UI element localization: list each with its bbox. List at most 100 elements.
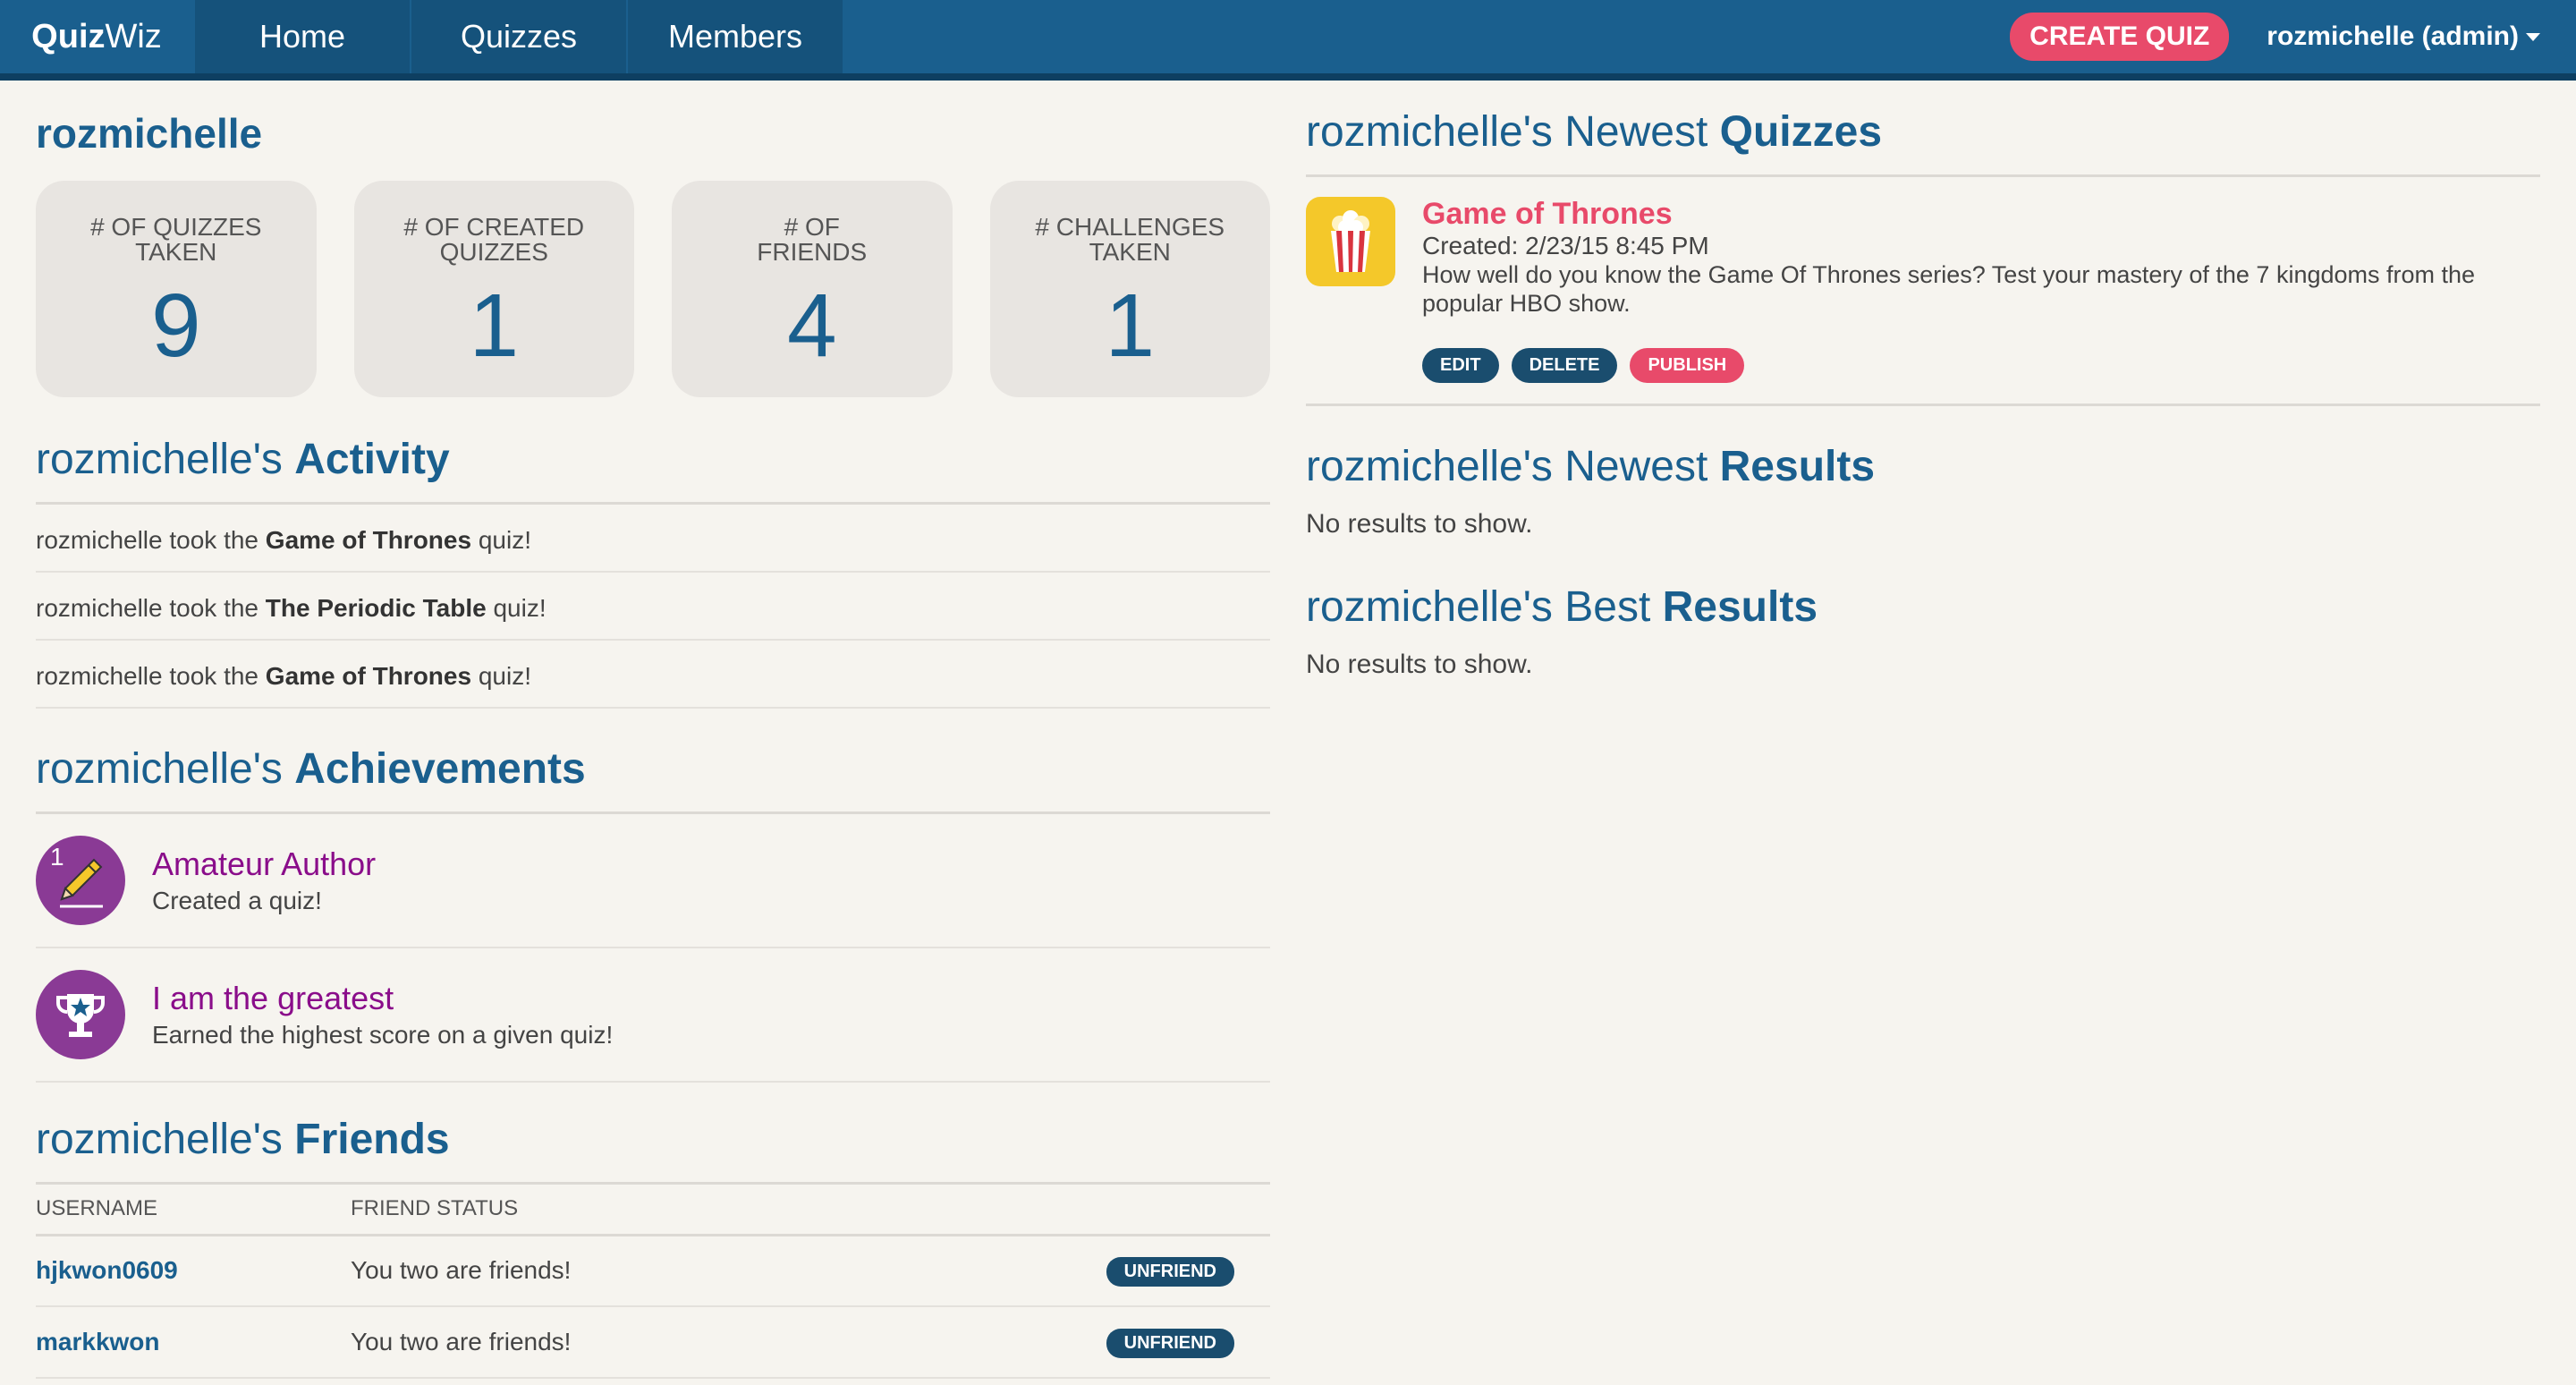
- friends-heading: rozmichelle's Friends: [36, 1115, 1270, 1185]
- stat-label-line2: TAKEN: [135, 238, 217, 266]
- activity-section: rozmichelle's Activity rozmichelle took …: [36, 435, 1270, 709]
- column-header-status: FRIEND STATUS: [351, 1185, 1091, 1236]
- stat-label-line1: # OF CREATED: [403, 213, 585, 241]
- activity-text: quiz!: [486, 594, 547, 622]
- stat-card-quizzes-taken: # OF QUIZZES TAKEN 9: [36, 181, 317, 397]
- quiz-description: How well do you know the Game Of Thrones…: [1422, 261, 2476, 317]
- heading-prefix: rozmichelle's Best: [1306, 583, 1663, 631]
- stat-value: 1: [1105, 276, 1156, 376]
- best-results-section: rozmichelle's Best Results No results to…: [1306, 582, 2540, 680]
- activity-text: quiz!: [471, 662, 531, 690]
- stats-row: # OF QUIZZES TAKEN 9 # OF CREATED QUIZZES …: [36, 181, 1270, 397]
- heading-bold: Achievements: [294, 745, 586, 793]
- stat-label: # OF CREATED QUIZZES: [403, 215, 584, 265]
- heading-prefix: rozmichelle's: [36, 436, 295, 483]
- stat-label-line2: TAKEN: [1089, 238, 1171, 266]
- table-row: markkwon You two are friends! UNFRIEND: [36, 1306, 1270, 1379]
- nav-quizzes-label: Quizzes: [460, 18, 578, 55]
- heading-bold: Activity: [294, 436, 450, 483]
- nav-quizzes[interactable]: Quizzes: [410, 0, 626, 73]
- heading-bold: Results: [1719, 443, 1876, 490]
- newest-quizzes-heading: rozmichelle's Newest Quizzes: [1306, 107, 2540, 177]
- create-quiz-button[interactable]: CREATE QUIZ: [2010, 13, 2230, 61]
- brand-logo[interactable]: Quiz Wiz: [0, 0, 193, 73]
- column-header-actions: [1091, 1185, 1270, 1236]
- achievement-title: Amateur Author: [152, 845, 377, 882]
- achievement-desc: Created a quiz!: [152, 887, 322, 914]
- achievement-title: I am the greatest: [152, 980, 394, 1016]
- stat-label-line1: # CHALLENGES: [1035, 213, 1225, 241]
- publish-button[interactable]: PUBLISH: [1630, 348, 1745, 383]
- stat-label-line1: # OF QUIZZES: [90, 213, 262, 241]
- activity-heading: rozmichelle's Activity: [36, 435, 1270, 505]
- friends-table: USERNAME FRIEND STATUS hjkwon0609 You tw…: [36, 1185, 1270, 1379]
- stat-label: # OF FRIENDS: [757, 215, 867, 265]
- quiz-card: Game of Thrones Created: 2/23/15 8:45 PM…: [1306, 177, 2540, 406]
- page-title: rozmichelle: [36, 110, 263, 157]
- quiz-created-date: Created: 2/23/15 8:45 PM: [1422, 232, 1709, 259]
- activity-quiz-name[interactable]: Game of Thrones: [266, 662, 471, 690]
- stat-label: # CHALLENGES TAKEN: [1035, 215, 1224, 265]
- nav-members[interactable]: Members: [626, 0, 843, 73]
- brand-bold-text: Quiz: [31, 17, 106, 55]
- user-menu-dropdown[interactable]: rozmichelle (admin): [2267, 21, 2540, 52]
- activity-item: rozmichelle took the Game of Thrones qui…: [36, 641, 1270, 709]
- activity-text: rozmichelle took the: [36, 526, 266, 554]
- friend-status: You two are friends!: [351, 1235, 1091, 1307]
- heading-prefix: rozmichelle's: [36, 745, 295, 793]
- friend-username-link[interactable]: hjkwon0609: [36, 1256, 178, 1284]
- quiz-title-link[interactable]: Game of Thrones: [1422, 197, 2522, 232]
- activity-text: quiz!: [471, 526, 531, 554]
- heading-bold: Friends: [294, 1116, 450, 1163]
- activity-quiz-name[interactable]: The Periodic Table: [266, 594, 487, 622]
- achievement-badge: [36, 970, 125, 1059]
- quiz-info: Game of Thrones Created: 2/23/15 8:45 PM…: [1422, 197, 2522, 386]
- stat-card-created-quizzes: # OF CREATED QUIZZES 1: [353, 181, 634, 397]
- edit-button[interactable]: EDIT: [1422, 348, 1499, 383]
- nav-home-label: Home: [258, 18, 346, 55]
- stat-label-line2: QUIZZES: [439, 238, 548, 266]
- table-header-row: USERNAME FRIEND STATUS: [36, 1185, 1270, 1236]
- stat-value: 4: [786, 276, 837, 376]
- empty-state-text: No results to show.: [1306, 509, 1533, 539]
- activity-quiz-name[interactable]: Game of Thrones: [266, 526, 471, 554]
- friends-section: rozmichelle's Friends USERNAME FRIEND ST…: [36, 1115, 1270, 1379]
- activity-item: rozmichelle took the The Periodic Table …: [36, 573, 1270, 641]
- achievement-item: 1 Amateur Author Created a quiz!: [36, 814, 1270, 948]
- quiz-actions: EDIT DELETE PUBLISH: [1422, 348, 2522, 383]
- popcorn-icon: [1331, 210, 1370, 272]
- stat-label-line1: # OF: [784, 213, 840, 241]
- quiz-thumbnail[interactable]: [1306, 197, 1395, 286]
- nav-home[interactable]: Home: [193, 0, 410, 73]
- heading-bold: Results: [1662, 583, 1818, 631]
- chevron-down-icon: [2526, 32, 2540, 41]
- achievement-badge: 1: [36, 836, 125, 925]
- empty-state-text: No results to show.: [1306, 650, 1533, 679]
- activity-text: rozmichelle took the: [36, 662, 266, 690]
- trophy-icon: [56, 994, 105, 1037]
- friend-username-link[interactable]: markkwon: [36, 1328, 160, 1355]
- activity-text: rozmichelle took the: [36, 594, 266, 622]
- heading-bold: Quizzes: [1719, 108, 1883, 156]
- brand-light-text: Wiz: [105, 17, 162, 55]
- nav-members-label: Members: [667, 18, 803, 55]
- unfriend-button[interactable]: UNFRIEND: [1106, 1329, 1234, 1358]
- column-header-username: USERNAME: [36, 1185, 351, 1236]
- achievements-heading: rozmichelle's Achievements: [36, 744, 1270, 814]
- heading-prefix: rozmichelle's Newest: [1306, 443, 1720, 490]
- stat-card-challenges-taken: # CHALLENGES TAKEN 1: [989, 181, 1270, 397]
- achievement-text: I am the greatest Earned the highest sco…: [152, 980, 613, 1049]
- achievements-section: rozmichelle's Achievements 1 Amateur Aut…: [36, 744, 1270, 1083]
- newest-results-heading: rozmichelle's Newest Results: [1306, 442, 2540, 491]
- unfriend-button[interactable]: UNFRIEND: [1106, 1257, 1234, 1287]
- stat-label-line2: FRIENDS: [757, 238, 868, 266]
- nav-right-group: CREATE QUIZ rozmichelle (admin): [2010, 0, 2540, 73]
- achievement-count: 1: [50, 843, 64, 871]
- achievement-desc: Earned the highest score on a given quiz…: [152, 1021, 614, 1049]
- top-navbar: Quiz Wiz Home Quizzes Members CREATE QUIZ…: [0, 0, 2576, 81]
- heading-prefix: rozmichelle's: [36, 1116, 295, 1163]
- activity-item: rozmichelle took the Game of Thrones qui…: [36, 505, 1270, 573]
- achievement-item: I am the greatest Earned the highest sco…: [36, 948, 1270, 1083]
- friend-status: You two are friends!: [351, 1306, 1091, 1379]
- delete-button[interactable]: DELETE: [1511, 348, 1618, 383]
